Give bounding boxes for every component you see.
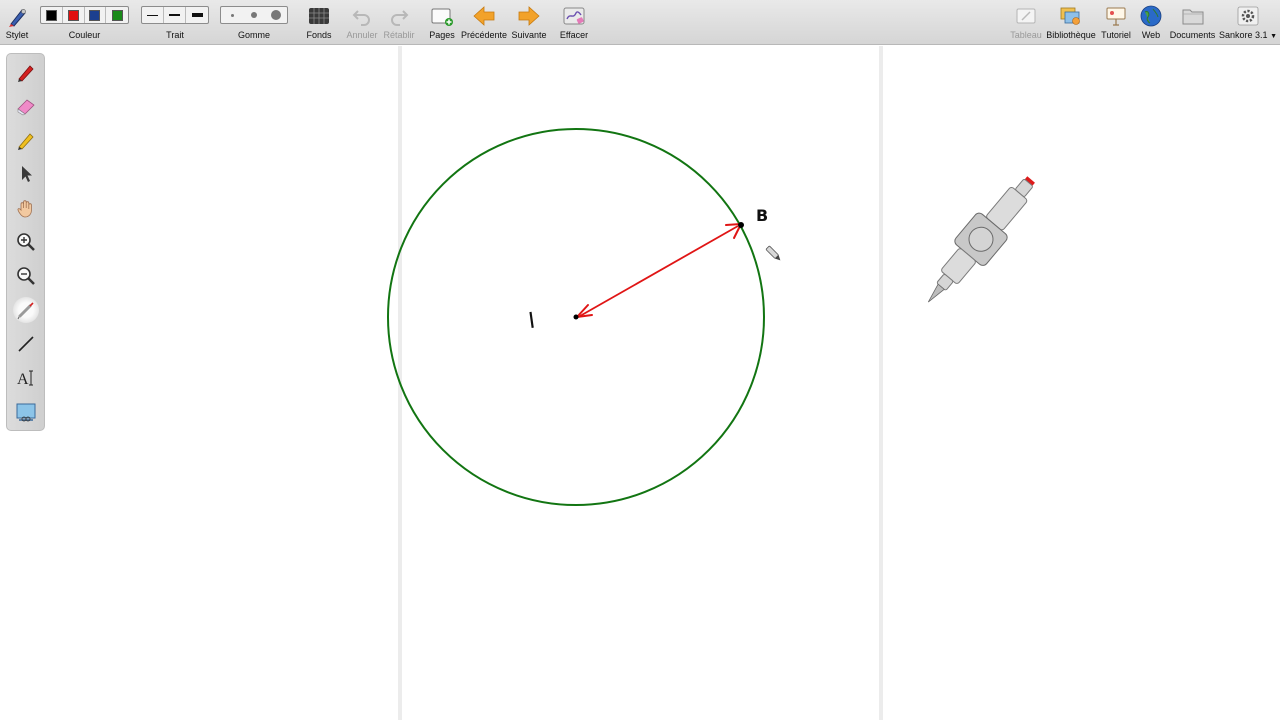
swatch-black[interactable] — [41, 7, 63, 23]
tableau-label: Tableau — [1010, 30, 1042, 40]
web-button[interactable]: Web — [1137, 0, 1165, 45]
radius-arrow-line — [579, 225, 739, 317]
stroke-width-options — [141, 6, 209, 24]
stylet-label: Stylet — [5, 30, 29, 40]
radius-arrow[interactable] — [576, 223, 742, 318]
select-tool-icon — [22, 166, 32, 182]
color-picker: Couleur — [39, 0, 130, 45]
eraser-medium[interactable] — [243, 7, 265, 23]
pen-tool-button[interactable] — [13, 59, 39, 85]
previous-page-button[interactable]: Précédente — [461, 0, 507, 45]
eraser-large[interactable] — [265, 7, 287, 23]
bibliotheque-label: Bibliothèque — [1046, 30, 1096, 40]
precedente-label: Précédente — [460, 30, 508, 40]
clear-button[interactable]: Effacer — [557, 0, 591, 45]
text-tool-button[interactable]: A — [13, 365, 39, 391]
fonds-button[interactable]: Fonds — [303, 0, 335, 45]
library-button[interactable]: Bibliothèque — [1046, 0, 1096, 45]
documents-label: Documents — [1169, 30, 1216, 40]
fonds-label: Fonds — [306, 30, 332, 40]
whiteboard-canvas[interactable]: I B — [0, 46, 1280, 720]
tool-palette: A — [6, 53, 45, 431]
label-b: B — [756, 206, 768, 225]
stroke-thin[interactable] — [142, 7, 164, 23]
library-icon — [1060, 7, 1080, 25]
gomme-label: Gomme — [237, 30, 270, 40]
laser-pointer-tool-icon — [17, 302, 34, 320]
gear-icon — [1237, 6, 1259, 26]
next-page-button[interactable]: Suivante — [511, 0, 547, 45]
background-grid-icon — [309, 8, 329, 24]
eraser-size-options — [220, 6, 288, 24]
color-swatches — [40, 6, 129, 24]
stroke-thick[interactable] — [186, 7, 208, 23]
undo-button[interactable]: Annuler — [345, 0, 379, 45]
zoom-out-tool-button[interactable] — [13, 263, 39, 289]
sankore-menu-button[interactable]: Sankore 3.1 ▼ — [1219, 0, 1277, 45]
stroke-medium[interactable] — [164, 7, 186, 23]
tableau-button[interactable]: Tableau — [1010, 0, 1042, 45]
svg-text:A: A — [17, 371, 29, 388]
laser-pointer-tool-button[interactable] — [13, 297, 39, 323]
chevron-down-icon: ▼ — [1270, 33, 1277, 40]
text-tool-icon: A — [17, 370, 33, 388]
globe-icon — [1140, 5, 1162, 27]
label-i: I — [527, 309, 537, 335]
line-tool-icon — [18, 336, 34, 352]
eraser-small[interactable] — [221, 7, 243, 23]
eraser-size-picker: Gomme — [220, 0, 288, 45]
pages-button[interactable]: Pages — [427, 0, 457, 45]
capture-tool-button[interactable] — [13, 399, 39, 425]
swatch-red[interactable] — [63, 7, 85, 23]
eraser-tool-icon — [17, 99, 35, 116]
effacer-label: Effacer — [559, 30, 589, 40]
line-tool-button[interactable] — [13, 331, 39, 357]
board-icon — [1016, 8, 1036, 24]
hand-tool-button[interactable] — [13, 195, 39, 221]
hand-tool-icon — [17, 200, 32, 218]
arrow-right-icon — [518, 6, 540, 26]
point-b[interactable] — [738, 222, 744, 228]
stroke-width-picker: Trait — [141, 0, 209, 45]
center-point-i[interactable] — [573, 314, 579, 320]
add-page-icon — [431, 8, 453, 26]
select-tool-button[interactable] — [13, 161, 39, 187]
pen-tool-icon — [18, 65, 34, 82]
sankore-label: Sankore 3.1 ▼ — [1219, 30, 1277, 40]
eraser-tool-button[interactable] — [13, 93, 39, 119]
pen-cursor-icon — [765, 245, 781, 261]
couleur-label: Couleur — [68, 30, 101, 40]
laser-pointer-tool-graphic[interactable] — [913, 167, 1046, 315]
retablir-label: Rétablir — [383, 30, 415, 40]
stylet-button[interactable]: Stylet — [2, 0, 32, 45]
swatch-green[interactable] — [106, 7, 128, 23]
redo-button[interactable]: Rétablir — [382, 0, 416, 45]
trait-label: Trait — [166, 30, 184, 40]
redo-icon — [391, 10, 409, 26]
annuler-label: Annuler — [346, 30, 378, 40]
folder-icon — [1182, 9, 1203, 25]
capture-tool-icon — [16, 403, 36, 422]
swatch-blue[interactable] — [85, 7, 107, 23]
web-label: Web — [1141, 30, 1161, 40]
tutorial-icon — [1106, 7, 1126, 26]
undo-icon — [352, 10, 370, 26]
pages-label: Pages — [429, 30, 455, 40]
zoom-in-tool-button[interactable] — [13, 229, 39, 255]
tutoriel-label: Tutoriel — [1101, 30, 1131, 40]
top-toolbar: Stylet Couleur Trait Gomme Fonds Annuler… — [0, 0, 1280, 45]
zoom-in-tool-icon — [17, 233, 35, 251]
documents-button[interactable]: Documents — [1170, 0, 1215, 45]
highlighter-tool-icon — [18, 133, 34, 150]
clear-board-icon — [563, 7, 585, 25]
suivante-label: Suivante — [511, 30, 547, 40]
tutorial-button[interactable]: Tutoriel — [1100, 0, 1132, 45]
stylus-icon — [9, 9, 26, 27]
zoom-out-tool-icon — [17, 267, 35, 285]
arrow-left-icon — [473, 6, 495, 26]
highlighter-tool-button[interactable] — [13, 127, 39, 153]
